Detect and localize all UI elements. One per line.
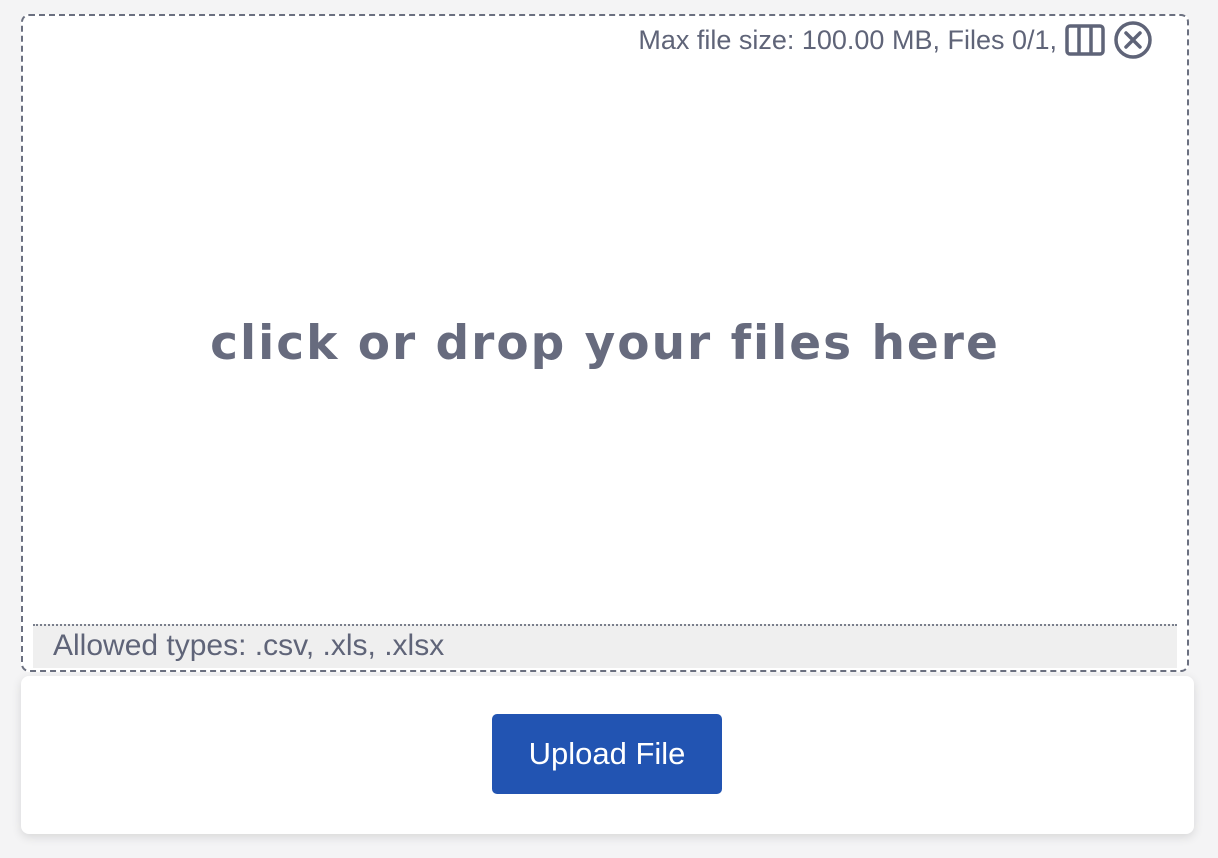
upload-file-button[interactable]: Upload File — [492, 714, 722, 794]
dropzone-toolbar: Max file size: 100.00 MB, Files 0/1, — [638, 20, 1153, 60]
file-limits-info: Max file size: 100.00 MB, Files 0/1, — [638, 24, 1057, 55]
circle-x-icon[interactable] — [1113, 20, 1153, 60]
dropzone-prompt: click or drop your files here — [210, 316, 1000, 371]
columns-icon[interactable] — [1065, 24, 1105, 56]
file-dropzone[interactable]: Max file size: 100.00 MB, Files 0/1, cli… — [21, 14, 1189, 672]
allowed-types-label: Allowed types: .csv, .xls, .xlsx — [33, 624, 1177, 668]
upload-footer: Upload File — [21, 676, 1194, 834]
